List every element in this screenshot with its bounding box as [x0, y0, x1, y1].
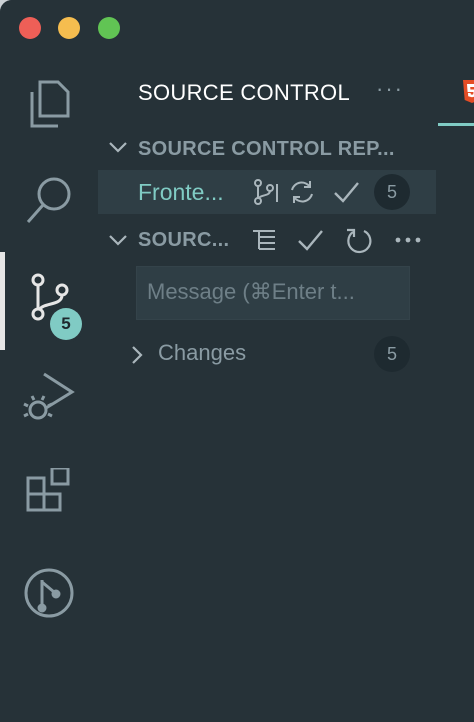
repository-changes-count: 5 [374, 174, 410, 210]
chevron-right-icon [132, 346, 143, 364]
active-tab-indicator [438, 123, 474, 126]
activity-explorer[interactable] [0, 56, 98, 154]
repositories-section-header[interactable]: SOURCE CONTROL REP... [98, 134, 438, 162]
activity-git-graph[interactable] [0, 546, 98, 644]
title-bar [0, 0, 474, 56]
app-window: 5 SOURCE CONTROL ··· SOURCE CONTROL REP.… [0, 0, 474, 722]
maximize-window-button[interactable] [98, 17, 120, 39]
activity-bar: 5 [0, 56, 98, 722]
scm-badge: 5 [50, 308, 82, 340]
changes-group[interactable]: Changes 5 [98, 336, 438, 372]
source-control-view: SOURCE CONTROL ··· SOURCE CONTROL REP...… [98, 56, 438, 722]
activity-source-control[interactable]: 5 [0, 252, 98, 350]
changes-label: Changes [158, 340, 247, 365]
commit-check-icon[interactable] [332, 178, 360, 206]
view-more-actions-button[interactable]: ··· [376, 76, 404, 102]
view-as-tree-icon[interactable] [250, 226, 278, 254]
refresh-icon[interactable] [344, 226, 372, 254]
run-debug-icon [23, 372, 75, 420]
html5-file-icon [463, 80, 474, 103]
commit-check-icon[interactable] [296, 226, 324, 254]
more-actions-icon[interactable] [394, 226, 422, 254]
view-title: SOURCE CONTROL [138, 80, 350, 105]
explorer-icon [30, 80, 70, 128]
scm-section-header[interactable]: SOURC... [98, 224, 438, 256]
search-icon [26, 177, 71, 223]
git-graph-icon [24, 568, 74, 618]
minimize-window-button[interactable] [58, 17, 80, 39]
repository-item[interactable]: Fronte... 5 [98, 170, 436, 214]
chevron-down-icon [109, 235, 127, 246]
changes-count: 5 [374, 336, 410, 372]
repositories-section-label: SOURCE CONTROL REP... [138, 138, 395, 160]
repository-name: Fronte... [138, 179, 224, 205]
chevron-down-icon [109, 142, 127, 153]
sync-icon[interactable] [288, 178, 316, 206]
close-window-button[interactable] [19, 17, 41, 39]
scm-section-label: SOURC... [138, 229, 230, 251]
activity-run-debug[interactable] [0, 350, 98, 448]
commit-message-input[interactable]: Message (⌘Enter t... [136, 266, 410, 320]
extensions-icon [26, 468, 70, 512]
branch-icon[interactable] [252, 178, 280, 206]
activity-search[interactable] [0, 154, 98, 252]
activity-extensions[interactable] [0, 448, 98, 546]
editor-tab[interactable] [438, 56, 474, 126]
